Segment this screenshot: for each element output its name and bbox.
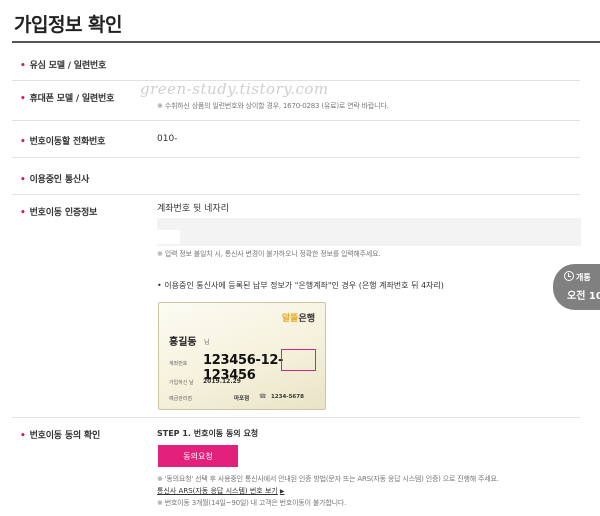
clock-icon [564,271,574,281]
bank-brand: 알뜰은행 [282,311,315,324]
branch-value: 마포점 [234,396,250,402]
join-date-label: 가입하신 날 [169,380,194,386]
auth-guide: • 이용중인 통신사에 등록된 납부 정보가 "은행계좌"인 경우 (은행 계좌… [157,281,444,290]
row-carrier: 이용중인 통신사 [12,158,580,195]
auth-label: 번호이동 인증정보 [20,205,98,218]
play-arrow-icon: ▶ [279,488,285,495]
input-value-mask [150,230,180,244]
auth-field-label: 계좌번호 뒷 네자리 [157,204,229,214]
ars-link-label: 통신사 ARS(자동 응답 시스템) 번호 보기 [157,487,278,495]
opening-hours-time: 오전 10 [567,291,600,302]
auth-note: 입력 정보 불일치 시, 통신사 변경이 불가하오니 정확한 정보를 입력해주세… [157,249,381,259]
consent-note-1: '동의요청' 선택 후 사용중인 통신사에서 안내된 인증 방법(문자 또는 A… [157,474,499,484]
opening-hours-widget[interactable]: 개통 오전 10 [553,264,600,310]
port-number-value: 010- [157,134,178,144]
account-digits-input[interactable] [157,218,581,246]
ars-number-link[interactable]: 통신사 ARS(자동 응답 시스템) 번호 보기 ▶ [157,486,284,496]
carrier-label: 이용중인 통신사 [20,172,90,185]
consent-note-2: 번호이동 3개월(14일~90일) 내 고객은 번호이동이 불가합니다. [157,498,347,508]
page-title: 가입정보 확인 [14,14,123,36]
port-number-label: 번호이동할 전화번호 [20,134,106,147]
row-sim: 유심 모델 / 일련번호 [12,43,580,81]
row-port-number: 번호이동할 전화번호 010- [12,121,580,158]
last-digits-highlight [281,349,316,371]
phone-icon: ☎ [259,393,267,400]
sim-label: 유심 모델 / 일련번호 [20,58,107,71]
account-label: 계좌번호 [169,361,188,367]
row-consent: 번호이동 동의 확인 STEP 1. 번호이동 동의 요청 '동의요청' 선택 … [12,418,580,516]
consent-label: 번호이동 동의 확인 [20,428,101,441]
join-date-value: 2019.12.29 [203,378,241,385]
bank-brand-rest: 은행 [298,314,315,324]
opening-hours-title: 개통 [576,273,591,282]
consent-step: STEP 1. 번호이동 동의 요청 [157,429,259,438]
phone-label: 휴대폰 모델 / 일련번호 [20,91,115,104]
bank-brand-highlight: 알뜰 [281,314,299,324]
phone-note: 수취하신 상품의 일련번호와 상이할 경우, 1670-0283 (유료)로 연… [157,101,389,111]
card-holder-suffix: 님 [204,339,210,346]
branch-label: 예금관리점 [169,396,193,402]
card-holder-name: 홍길동 [169,337,197,348]
watermark: green-study.tistory.com [140,80,329,98]
branch-phone: 1234-5678 [271,394,304,400]
bank-card-example: 알뜰은행 홍길동 님 계좌번호 123456-12-123456 가입하신 날 … [158,302,326,410]
consent-request-button[interactable]: 동의요청 [158,445,238,467]
